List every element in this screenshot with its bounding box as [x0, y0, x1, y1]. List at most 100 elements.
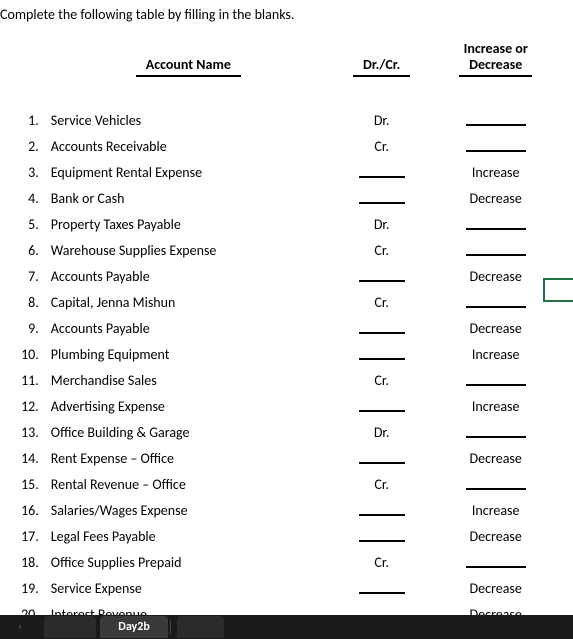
incdec-cell[interactable]: Decrease	[431, 445, 560, 471]
row-number: 6.	[0, 237, 45, 263]
instruction-text: Complete the following table by filling …	[0, 0, 573, 37]
blank-field[interactable]	[359, 538, 405, 542]
blank-field[interactable]	[466, 382, 526, 386]
incdec-cell[interactable]	[431, 471, 560, 497]
incdec-cell[interactable]	[431, 107, 560, 133]
header-drcr: Dr./Cr.	[332, 37, 432, 81]
account-name: Bank or Cash	[45, 185, 332, 211]
incdec-cell[interactable]: Decrease	[431, 523, 560, 549]
drcr-cell[interactable]	[332, 315, 432, 341]
account-name: Service Vehicles	[45, 107, 332, 133]
account-name: Office Supplies Prepaid	[45, 549, 332, 575]
blank-field[interactable]	[359, 278, 405, 282]
blank-field[interactable]	[359, 590, 405, 594]
incdec-cell[interactable]	[431, 419, 560, 445]
incdec-cell[interactable]	[431, 367, 560, 393]
selected-cell-indicator[interactable]	[543, 278, 573, 302]
account-name: Plumbing Equipment	[45, 341, 332, 367]
row-number: 13.	[0, 419, 45, 445]
table-row: 17.Legal Fees Payable Decrease	[0, 523, 560, 549]
account-name: Service Expense	[45, 575, 332, 601]
row-number: 17.	[0, 523, 45, 549]
drcr-cell[interactable]	[332, 393, 432, 419]
account-name: Legal Fees Payable	[45, 523, 332, 549]
table-row: 19.Service ExpenseDecrease	[0, 575, 560, 601]
drcr-cell[interactable]: Dr.	[332, 107, 432, 133]
sheet-tab-next[interactable]	[177, 616, 224, 638]
account-name: Advertising Expense	[45, 393, 332, 419]
blank-field[interactable]	[466, 564, 526, 568]
drcr-cell[interactable]	[332, 445, 432, 471]
row-number: 4.	[0, 185, 45, 211]
drcr-cell[interactable]	[332, 263, 432, 289]
row-number: 12.	[0, 393, 45, 419]
blank-field[interactable]	[466, 434, 526, 438]
incdec-cell[interactable]: Decrease	[431, 315, 560, 341]
incdec-cell[interactable]: Increase	[431, 393, 560, 419]
tab-separator	[170, 620, 171, 634]
account-name: Rent Expense – Office	[45, 445, 332, 471]
header-row: Account Name Dr./Cr. Increase or Decreas…	[0, 37, 560, 81]
incdec-cell[interactable]: Increase	[431, 341, 560, 367]
table-row: 3.Equipment Rental ExpenseIncrease	[0, 159, 560, 185]
drcr-cell[interactable]	[332, 497, 432, 523]
row-number: 5.	[0, 211, 45, 237]
account-name: Equipment Rental Expense	[45, 159, 332, 185]
account-name: Capital, Jenna Mishun	[45, 289, 332, 315]
account-name: Accounts Receivable	[45, 133, 332, 159]
drcr-cell[interactable]: Cr.	[332, 549, 432, 575]
sheet-tab-active[interactable]: Day2b	[100, 616, 167, 638]
drcr-cell[interactable]: Cr.	[332, 237, 432, 263]
account-name: Merchandise Sales	[45, 367, 332, 393]
incdec-cell[interactable]	[431, 211, 560, 237]
blank-field[interactable]	[466, 304, 526, 308]
incdec-cell[interactable]	[431, 237, 560, 263]
drcr-cell[interactable]	[332, 575, 432, 601]
table-row: 9.Accounts PayableDecrease	[0, 315, 560, 341]
blank-field[interactable]	[359, 330, 405, 334]
drcr-cell[interactable]	[332, 159, 432, 185]
drcr-cell[interactable]	[332, 523, 432, 549]
incdec-cell[interactable]	[431, 133, 560, 159]
drcr-cell[interactable]: Cr.	[332, 289, 432, 315]
blank-field[interactable]	[359, 356, 405, 360]
row-number: 7.	[0, 263, 45, 289]
incdec-cell[interactable]: Decrease	[431, 575, 560, 601]
drcr-cell[interactable]	[332, 185, 432, 211]
table-row: 7.Accounts PayableDecrease	[0, 263, 560, 289]
incdec-cell[interactable]	[431, 289, 560, 315]
blank-field[interactable]	[359, 200, 405, 204]
row-number: 8.	[0, 289, 45, 315]
row-number: 14.	[0, 445, 45, 471]
blank-field[interactable]	[466, 252, 526, 256]
account-name: Salaries/Wages Expense	[45, 497, 332, 523]
drcr-cell[interactable]: Cr.	[332, 367, 432, 393]
blank-field[interactable]	[359, 512, 405, 516]
blank-field[interactable]	[359, 460, 405, 464]
blank-field[interactable]	[466, 226, 526, 230]
blank-field[interactable]	[359, 408, 405, 412]
table-row: 5.Property Taxes PayableDr.	[0, 211, 560, 237]
incdec-cell[interactable]	[431, 549, 560, 575]
header-incdec: Increase or Decrease	[431, 37, 560, 81]
drcr-cell[interactable]	[332, 341, 432, 367]
table-row: 10.Plumbing EquipmentIncrease	[0, 341, 560, 367]
incdec-cell[interactable]: Increase	[431, 497, 560, 523]
incdec-cell[interactable]: Decrease	[431, 263, 560, 289]
drcr-cell[interactable]: Cr.	[332, 133, 432, 159]
drcr-cell[interactable]: Dr.	[332, 419, 432, 445]
sheet-tab-prev[interactable]	[44, 616, 96, 638]
incdec-cell[interactable]: Decrease	[431, 185, 560, 211]
blank-field[interactable]	[466, 122, 526, 126]
blank-field[interactable]	[466, 486, 526, 490]
incdec-cell[interactable]: Increase	[431, 159, 560, 185]
table-row: 16.Salaries/Wages ExpenseIncrease	[0, 497, 560, 523]
drcr-cell[interactable]: Cr.	[332, 471, 432, 497]
sheet-tab-bar: ‹ Day2b	[0, 615, 573, 639]
table-row: 18.Office Supplies PrepaidCr.	[0, 549, 560, 575]
drcr-cell[interactable]: Dr.	[332, 211, 432, 237]
table-row: 12.Advertising Expense Increase	[0, 393, 560, 419]
blank-field[interactable]	[466, 148, 526, 152]
tab-nav-prev[interactable]: ‹	[0, 620, 40, 634]
blank-field[interactable]	[359, 174, 405, 178]
